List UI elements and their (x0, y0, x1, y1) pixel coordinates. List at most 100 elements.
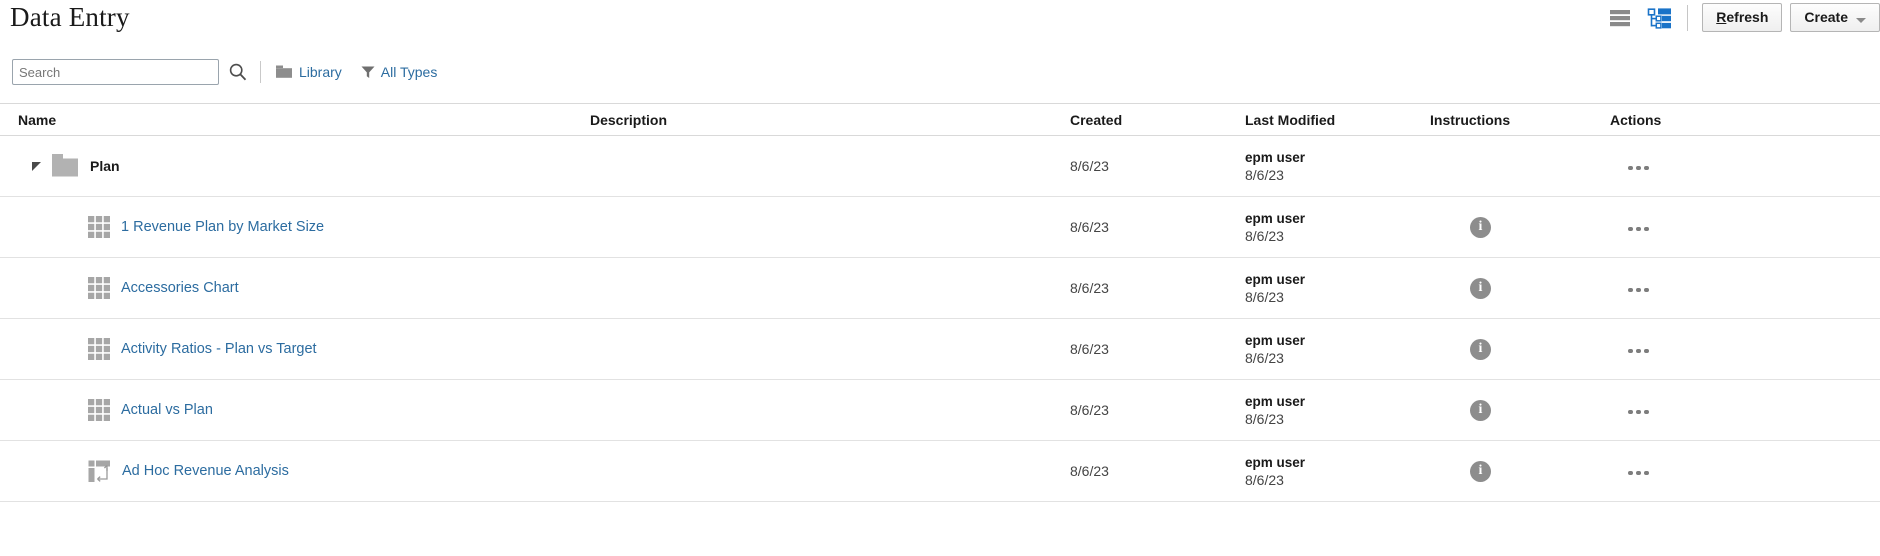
cell-last-modified: epm user 8/6/23 (1245, 210, 1430, 245)
refresh-accesskey: R (1716, 9, 1727, 25)
last-modified-user: epm user (1245, 454, 1306, 470)
cell-name: 1 Revenue Plan by Market Size (0, 216, 590, 238)
adhoc-grid-icon (88, 460, 111, 483)
create-button[interactable]: Create (1790, 3, 1880, 32)
column-header-description: Description (590, 111, 668, 128)
instructions-wrapper: i (1430, 399, 1610, 421)
cell-created-date: 8/6/23 (1070, 158, 1109, 174)
top-bar: Data Entry R efresh Create (0, 0, 1880, 42)
cell-created-date: 8/6/23 (1070, 280, 1109, 296)
table-row[interactable]: 1 Revenue Plan by Market Size 8/6/23 epm u… (0, 197, 1880, 258)
page-title: Data Entry (10, 2, 130, 32)
actions-menu-icon[interactable] (1610, 226, 1649, 231)
cell-created-date: 8/6/23 (1070, 463, 1109, 479)
cell-created-date: 8/6/23 (1070, 219, 1109, 235)
actions-menu-icon[interactable] (1610, 470, 1649, 475)
cell-actions (1610, 279, 1810, 297)
actions-menu-icon[interactable] (1610, 165, 1649, 170)
last-modified-date: 8/6/23 (1245, 349, 1284, 366)
folder-icon (275, 64, 294, 80)
last-modified-user: epm user (1245, 393, 1306, 409)
column-header-instructions: Instructions (1430, 111, 1511, 128)
table-body: Plan 8/6/23 epm user 8/6/23 1 Revenue Plan b… (0, 136, 1880, 502)
item-name-link[interactable]: Ad Hoc Revenue Analysis (122, 463, 289, 479)
view-toggle-group (1607, 5, 1687, 31)
create-label: Create (1804, 9, 1848, 25)
cell-instructions: i (1430, 399, 1610, 421)
cell-instructions: i (1430, 277, 1610, 299)
last-modified-date: 8/6/23 (1245, 288, 1284, 305)
table-row[interactable]: Accessories Chart 8/6/23 epm user 8/6/23 i (0, 258, 1880, 319)
all-types-filter-link[interactable]: All Types (360, 64, 438, 80)
all-types-label: All Types (380, 64, 438, 80)
column-header-actions: Actions (1610, 111, 1662, 128)
search-icon[interactable] (228, 62, 248, 82)
item-name-link[interactable]: 1 Revenue Plan by Market Size (121, 219, 324, 235)
last-modified-user: epm user (1245, 332, 1306, 348)
item-name-link[interactable]: Activity Ratios - Plan vs Target (121, 341, 317, 357)
cell-name: Ad Hoc Revenue Analysis (0, 460, 590, 483)
cell-last-modified: epm user 8/6/23 (1245, 454, 1430, 489)
grid-icon (88, 216, 110, 238)
tree-view-icon[interactable] (1647, 5, 1673, 31)
instructions-wrapper: i (1430, 338, 1610, 360)
item-name-link[interactable]: Actual vs Plan (121, 402, 213, 418)
column-header-last-modified: Last Modified (1245, 111, 1336, 128)
actions-menu-icon[interactable] (1610, 348, 1649, 353)
refresh-label: efresh (1726, 9, 1769, 25)
filter-funnel-icon (360, 64, 376, 80)
instructions-wrapper: i (1430, 216, 1610, 238)
last-modified-date: 8/6/23 (1245, 471, 1284, 488)
library-label: Library (299, 64, 342, 80)
toolbar-divider (1687, 4, 1689, 31)
item-name-link[interactable]: Accessories Chart (121, 280, 239, 296)
table-row[interactable]: Actual vs Plan 8/6/23 epm user 8/6/23 i (0, 380, 1880, 441)
info-icon[interactable]: i (1470, 277, 1491, 299)
expand-collapse-triangle-icon[interactable] (32, 161, 41, 171)
list-view-icon[interactable] (1607, 5, 1633, 31)
top-bar-actions: Refresh Create (1607, 3, 1880, 32)
cell-last-modified: epm user 8/6/23 (1245, 332, 1430, 367)
grid-icon (88, 399, 110, 421)
info-icon[interactable]: i (1470, 216, 1491, 238)
cell-instructions: i (1430, 460, 1610, 482)
cell-instructions: i (1430, 338, 1610, 360)
search-toolbar: Library All Types (0, 55, 1880, 89)
cell-actions (1610, 462, 1810, 480)
refresh-button[interactable]: Refresh (1702, 3, 1783, 32)
cell-name: Actual vs Plan (0, 399, 590, 421)
cell-name: Activity Ratios - Plan vs Target (0, 338, 590, 360)
cell-actions (1610, 340, 1810, 358)
cell-created-date: 8/6/23 (1070, 402, 1109, 418)
info-icon[interactable]: i (1470, 460, 1491, 482)
last-modified-user: epm user (1245, 210, 1306, 226)
table-row[interactable]: Plan 8/6/23 epm user 8/6/23 (0, 136, 1880, 197)
cell-last-modified: epm user 8/6/23 (1245, 271, 1430, 306)
info-icon[interactable]: i (1470, 399, 1491, 421)
cell-created-date: 8/6/23 (1070, 341, 1109, 357)
data-entry-table: Name Description Created Last Modified I… (0, 103, 1880, 502)
cell-last-modified: epm user 8/6/23 (1245, 393, 1430, 428)
column-header-name: Name (18, 111, 57, 128)
cell-actions (1610, 401, 1810, 419)
grid-icon (88, 338, 110, 360)
last-modified-date: 8/6/23 (1245, 410, 1284, 427)
chevron-down-icon (1856, 17, 1866, 23)
cell-name: Plan (0, 153, 590, 179)
actions-menu-icon[interactable] (1610, 409, 1649, 414)
last-modified-user: epm user (1245, 149, 1306, 165)
library-link[interactable]: Library (275, 64, 342, 80)
last-modified-date: 8/6/23 (1245, 166, 1284, 183)
info-icon[interactable]: i (1470, 338, 1491, 360)
table-row[interactable]: Ad Hoc Revenue Analysis 8/6/23 epm user 8/6… (0, 441, 1880, 502)
search-input[interactable] (12, 59, 219, 85)
toolbar-separator (260, 61, 261, 83)
instructions-wrapper: i (1430, 460, 1610, 482)
table-header-row: Name Description Created Last Modified I… (0, 104, 1880, 136)
cell-actions (1610, 218, 1810, 236)
cell-actions (1610, 157, 1810, 175)
column-header-created: Created (1070, 111, 1123, 128)
cell-name: Accessories Chart (0, 277, 590, 299)
actions-menu-icon[interactable] (1610, 287, 1649, 292)
table-row[interactable]: Activity Ratios - Plan vs Target 8/6/23 ep… (0, 319, 1880, 380)
